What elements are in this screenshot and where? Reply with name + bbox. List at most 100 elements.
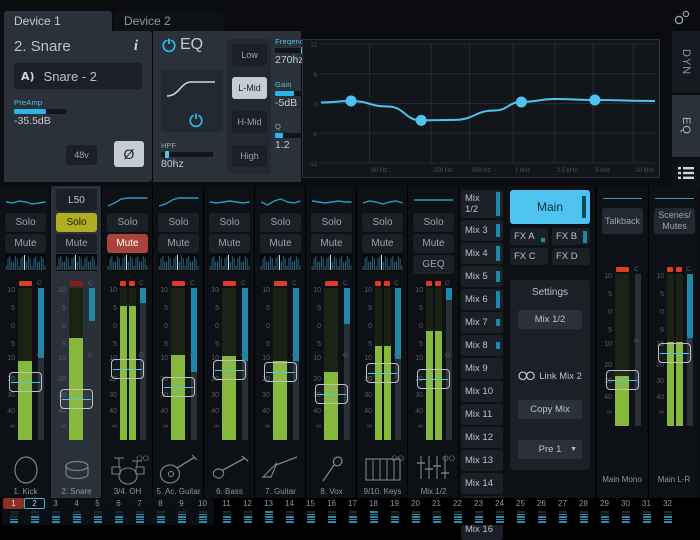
- pre-source-dropdown[interactable]: Pre 1 ▼: [518, 440, 582, 459]
- mix-button[interactable]: Mix 14: [461, 473, 503, 494]
- mix-icon-cell[interactable]: ⭘⭘ Mix 1/2: [408, 452, 459, 498]
- overview-channel[interactable]: 16: [321, 498, 342, 525]
- overview-channel[interactable]: 32: [657, 498, 678, 525]
- preamp-control[interactable]: PreAmp -35.5dB: [14, 98, 66, 127]
- mute-button[interactable]: Mute: [158, 234, 199, 253]
- channel-icon-cell[interactable]: 7. Guitar: [255, 452, 306, 498]
- mix-solo-button[interactable]: Solo: [413, 213, 454, 232]
- overview-channel[interactable]: 29: [594, 498, 615, 525]
- solo-button[interactable]: Solo: [56, 213, 97, 232]
- overview-channel[interactable]: 11: [216, 498, 237, 525]
- fx-d-button[interactable]: FX D: [552, 248, 590, 265]
- link-mix-toggle[interactable]: ⭘⭘ Link Mix 2: [518, 368, 584, 384]
- overview-channel[interactable]: 28: [573, 498, 594, 525]
- eq-response-graph[interactable]: 1260-6-1280 Hz250 Hz500 Hz1 kHz2.5 kHz5 …: [302, 39, 660, 178]
- mix-button[interactable]: Mix 6: [461, 289, 503, 310]
- overview-channel[interactable]: 26: [531, 498, 552, 525]
- mix-button[interactable]: Mix 9: [461, 358, 503, 379]
- overview-channel[interactable]: 3: [45, 498, 66, 525]
- channel-strip[interactable]: Solo Mute 1050510203040∞CG 5. Ac. Guitar: [153, 186, 204, 498]
- info-icon[interactable]: i: [134, 38, 138, 55]
- channel-icon-cell[interactable]: 5. Ac. Guitar: [153, 452, 204, 498]
- mix-button[interactable]: Mix 4: [461, 243, 503, 264]
- overview-channel[interactable]: 14: [279, 498, 300, 525]
- fx-a-button[interactable]: FX A: [510, 228, 548, 245]
- scenes-mutes-button[interactable]: Scenes/Mutes: [654, 208, 695, 234]
- hpf-control[interactable]: HPF 80hz: [161, 141, 213, 170]
- mute-button[interactable]: Mute: [107, 234, 148, 253]
- eq-band-lmid[interactable]: L-Mid: [232, 77, 267, 99]
- channel-strip[interactable]: Solo Mute 1050510203040∞CG ⭘⭘ 3/4. OH: [102, 186, 153, 498]
- channel-strip[interactable]: Solo Mute 1050510203040∞CG 8. Vox: [306, 186, 357, 498]
- overview-channel[interactable]: 22: [447, 498, 468, 525]
- mute-button[interactable]: Mute: [56, 234, 97, 253]
- mix-button[interactable]: Mix 7: [461, 312, 503, 333]
- mix-button[interactable]: Mix 3: [461, 220, 503, 241]
- solo-button[interactable]: Solo: [107, 213, 148, 232]
- eq-thumbnail[interactable]: [157, 190, 200, 210]
- eq-thumbnail[interactable]: [4, 190, 47, 210]
- channel-icon-cell[interactable]: ⭘⭘ 9/10. Keys: [357, 452, 408, 498]
- solo-button[interactable]: Solo: [158, 213, 199, 232]
- copy-mix-button[interactable]: Copy Mix: [518, 400, 582, 419]
- overview-channel[interactable]: 1: [3, 498, 24, 525]
- channel-strip[interactable]: Solo Mute 1050510203040∞CG 1. Kick: [0, 186, 51, 498]
- solo-button[interactable]: Solo: [362, 213, 403, 232]
- solo-button[interactable]: Solo: [260, 213, 301, 232]
- overview-channel[interactable]: 13: [258, 498, 279, 525]
- overview-channel[interactable]: 10: [192, 498, 213, 525]
- mix-strip[interactable]: Solo Mute GEQ 1050510203040∞CG ⭘⭘ Mix 1/…: [408, 186, 459, 498]
- eq-thumbnail[interactable]: [208, 190, 251, 210]
- tab-device-2[interactable]: Device 2: [114, 11, 224, 31]
- hpf-slider[interactable]: [161, 152, 213, 157]
- mute-button[interactable]: Mute: [209, 234, 250, 253]
- fx-b-button[interactable]: FX B: [552, 228, 590, 245]
- mix-button[interactable]: Mix 8: [461, 335, 503, 356]
- geq-button[interactable]: GEQ: [413, 255, 454, 274]
- mute-button[interactable]: Mute: [362, 234, 403, 253]
- overview-channel[interactable]: 12: [237, 498, 258, 525]
- overview-channel[interactable]: 5: [87, 498, 108, 525]
- solo-button[interactable]: Solo: [5, 213, 46, 232]
- overview-channel[interactable]: 17: [342, 498, 363, 525]
- overview-channel[interactable]: 25: [510, 498, 531, 525]
- mix-main-button[interactable]: Main: [510, 190, 590, 224]
- mix-mute-button[interactable]: Mute: [413, 234, 454, 253]
- overview-channel[interactable]: 21: [426, 498, 447, 525]
- tab-device-1[interactable]: Device 1: [4, 11, 112, 31]
- fader-handle[interactable]: [658, 343, 691, 363]
- gear-icon[interactable]: [672, 8, 692, 31]
- fader-handle[interactable]: [366, 363, 399, 383]
- mix-button[interactable]: Mix 11: [461, 404, 503, 425]
- channel-icon-cell[interactable]: ⭘⭘ 3/4. OH: [102, 452, 153, 498]
- fader-handle[interactable]: [162, 377, 195, 397]
- band-power-icon[interactable]: [184, 106, 200, 122]
- phantom-48v-button[interactable]: 48v: [66, 145, 97, 165]
- tab-dynamics[interactable]: DYN: [672, 31, 700, 93]
- fx-c-button[interactable]: FX C: [510, 248, 548, 265]
- eq-thumbnail[interactable]: [259, 190, 302, 210]
- tab-eq[interactable]: EQ: [672, 95, 700, 157]
- channel-icon-cell[interactable]: 6. Bass: [204, 452, 255, 498]
- overview-channel[interactable]: 6: [108, 498, 129, 525]
- overview-channel[interactable]: 31: [636, 498, 657, 525]
- mute-button[interactable]: Mute: [260, 234, 301, 253]
- mix-button[interactable]: Mix 13: [461, 450, 503, 471]
- overview-channel[interactable]: 24: [489, 498, 510, 525]
- eq-power-icon[interactable]: [161, 37, 177, 53]
- channel-strip[interactable]: L50 Solo Mute 1050510203040∞CG 2. Snare: [51, 186, 102, 498]
- overview-channel[interactable]: 20: [405, 498, 426, 525]
- channel-icon-cell[interactable]: 8. Vox: [306, 452, 357, 498]
- channel-strip[interactable]: Solo Mute 1050510203040∞CG 6. Bass: [204, 186, 255, 498]
- mute-button[interactable]: Mute: [311, 234, 352, 253]
- channel-strip[interactable]: Solo Mute 1050510203040∞CG 7. Guitar: [255, 186, 306, 498]
- channel-icon-cell[interactable]: 1. Kick: [0, 452, 51, 498]
- overview-channel[interactable]: 30: [615, 498, 636, 525]
- solo-button[interactable]: Solo: [311, 213, 352, 232]
- mute-button[interactable]: Mute: [5, 234, 46, 253]
- mix-button[interactable]: Mix1/2: [461, 190, 503, 218]
- overview-channel[interactable]: 7: [129, 498, 150, 525]
- fader-handle[interactable]: [264, 362, 297, 382]
- overview-channel[interactable]: 8: [150, 498, 171, 525]
- eq-thumbnail[interactable]: [310, 190, 353, 210]
